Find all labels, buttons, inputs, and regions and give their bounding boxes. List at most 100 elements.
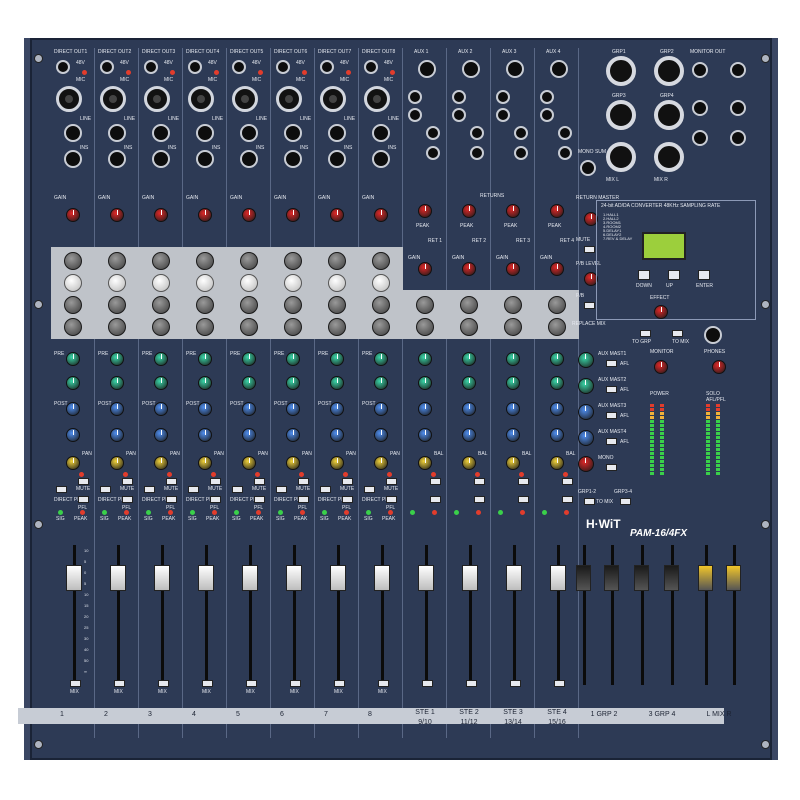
- direct-out-jack[interactable]: [276, 60, 290, 74]
- stereo-eq-high-knob[interactable]: [504, 296, 522, 314]
- return-gain-knob[interactable]: [506, 204, 520, 218]
- stereo-aux1-knob[interactable]: [418, 352, 432, 366]
- stereo-aux2-knob[interactable]: [506, 376, 520, 390]
- stereo-mute-button[interactable]: [474, 478, 485, 485]
- return-jack-r[interactable]: [408, 108, 422, 122]
- aux2-knob[interactable]: [374, 376, 388, 390]
- monitor-out-jack-2[interactable]: [692, 100, 708, 116]
- aux4-knob[interactable]: [198, 428, 212, 442]
- mix-out-r-xlr[interactable]: [654, 142, 684, 172]
- afl-button-2[interactable]: [606, 386, 617, 393]
- mix-fader-5[interactable]: [698, 565, 713, 591]
- monitor-out-jack-0[interactable]: [692, 62, 708, 78]
- eq-mid-freq-knob[interactable]: [372, 296, 390, 314]
- direct-pre-button[interactable]: [232, 486, 243, 493]
- channel-fader[interactable]: [110, 565, 126, 591]
- eq-high-knob[interactable]: [64, 252, 82, 270]
- eq-mid-knob[interactable]: [328, 274, 346, 292]
- aux3-knob[interactable]: [110, 402, 124, 416]
- monitor-out-jack-3[interactable]: [730, 100, 746, 116]
- stereo-mute-button[interactable]: [518, 478, 529, 485]
- eq-low-knob[interactable]: [196, 318, 214, 336]
- eq-mid-knob[interactable]: [196, 274, 214, 292]
- aux-master-knob-4[interactable]: [578, 430, 594, 446]
- insert-jack[interactable]: [372, 150, 390, 168]
- direct-pre-button[interactable]: [100, 486, 111, 493]
- line-input-jack[interactable]: [196, 124, 214, 142]
- eq-mid-knob[interactable]: [284, 274, 302, 292]
- aux2-knob[interactable]: [286, 376, 300, 390]
- balance-knob[interactable]: [418, 456, 432, 470]
- direct-out-jack[interactable]: [144, 60, 158, 74]
- eq-low-knob[interactable]: [64, 318, 82, 336]
- afl-button-3[interactable]: [606, 412, 617, 419]
- stereo-aux3-knob[interactable]: [418, 402, 432, 416]
- pan-knob[interactable]: [198, 456, 212, 470]
- mute-button[interactable]: [298, 478, 309, 485]
- stereo-aux3-knob[interactable]: [550, 402, 564, 416]
- line-input-jack[interactable]: [64, 124, 82, 142]
- return-jack-r[interactable]: [452, 108, 466, 122]
- direct-pre-button[interactable]: [276, 486, 287, 493]
- mix-button[interactable]: [158, 680, 169, 687]
- insert-jack[interactable]: [108, 150, 126, 168]
- stereo-eq-high-knob[interactable]: [460, 296, 478, 314]
- eq-high-knob[interactable]: [372, 252, 390, 270]
- aux2-knob[interactable]: [154, 376, 168, 390]
- gain-knob[interactable]: [374, 208, 388, 222]
- stereo-mix-button[interactable]: [510, 680, 521, 687]
- insert-jack[interactable]: [240, 150, 258, 168]
- pan-knob[interactable]: [66, 456, 80, 470]
- mix-button[interactable]: [114, 680, 125, 687]
- return-jack-l[interactable]: [408, 90, 422, 104]
- stereo-in-l[interactable]: [514, 126, 528, 140]
- aux4-knob[interactable]: [66, 428, 80, 442]
- stereo-in-r[interactable]: [426, 146, 440, 160]
- direct-out-jack[interactable]: [320, 60, 334, 74]
- stereo-aux4-knob[interactable]: [418, 428, 432, 442]
- monitor-knob[interactable]: [654, 360, 668, 374]
- direct-pre-button[interactable]: [188, 486, 199, 493]
- line-input-jack[interactable]: [240, 124, 258, 142]
- stereo-aux1-knob[interactable]: [506, 352, 520, 366]
- aux-out-jack[interactable]: [506, 60, 524, 78]
- eq-high-knob[interactable]: [196, 252, 214, 270]
- eq-mid-freq-knob[interactable]: [64, 296, 82, 314]
- aux1-knob[interactable]: [110, 352, 124, 366]
- aux1-knob[interactable]: [286, 352, 300, 366]
- stereo-eq-low-knob[interactable]: [548, 318, 566, 336]
- pfl-button[interactable]: [386, 496, 397, 503]
- pan-knob[interactable]: [154, 456, 168, 470]
- stereo-aux4-knob[interactable]: [550, 428, 564, 442]
- eq-mid-freq-knob[interactable]: [152, 296, 170, 314]
- eq-mid-freq-knob[interactable]: [240, 296, 258, 314]
- mix-button[interactable]: [334, 680, 345, 687]
- mic-input-xlr[interactable]: [56, 86, 82, 112]
- mix-button[interactable]: [70, 680, 81, 687]
- line-input-jack[interactable]: [152, 124, 170, 142]
- eq-high-knob[interactable]: [108, 252, 126, 270]
- direct-out-jack[interactable]: [232, 60, 246, 74]
- pfl-button[interactable]: [298, 496, 309, 503]
- eq-high-knob[interactable]: [240, 252, 258, 270]
- gain-knob[interactable]: [198, 208, 212, 222]
- aux3-knob[interactable]: [242, 402, 256, 416]
- aux1-knob[interactable]: [374, 352, 388, 366]
- stereo-mute-button[interactable]: [430, 478, 441, 485]
- mono-master-knob[interactable]: [578, 456, 594, 472]
- stereo-mix-button[interactable]: [422, 680, 433, 687]
- stereo-gain-knob[interactable]: [506, 262, 520, 276]
- aux4-knob[interactable]: [286, 428, 300, 442]
- stereo-aux2-knob[interactable]: [462, 376, 476, 390]
- mix-button[interactable]: [290, 680, 301, 687]
- monitor-out-jack-5[interactable]: [730, 130, 746, 146]
- stereo-eq-low-knob[interactable]: [460, 318, 478, 336]
- stereo-pfl-button[interactable]: [562, 496, 573, 503]
- channel-fader[interactable]: [242, 565, 258, 591]
- stereo-fader[interactable]: [418, 565, 434, 591]
- stereo-aux3-knob[interactable]: [462, 402, 476, 416]
- insert-jack[interactable]: [328, 150, 346, 168]
- channel-fader[interactable]: [374, 565, 390, 591]
- aux4-knob[interactable]: [330, 428, 344, 442]
- pan-knob[interactable]: [374, 456, 388, 470]
